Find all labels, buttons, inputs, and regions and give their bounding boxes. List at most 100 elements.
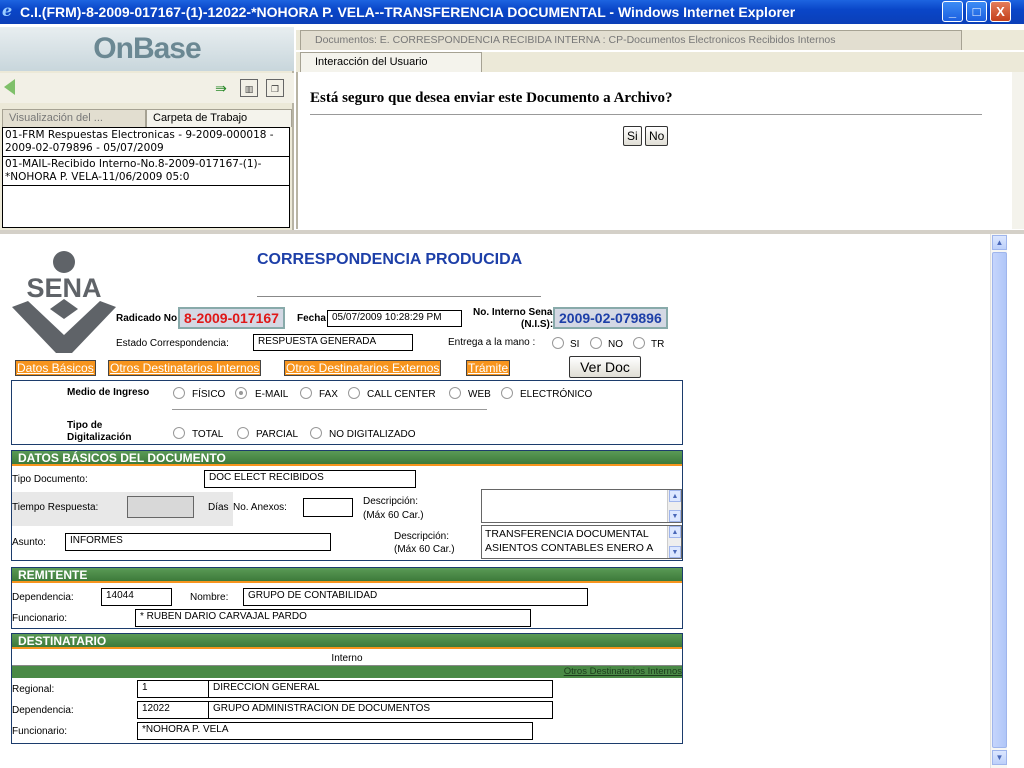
digitalizacion-parcial-radio[interactable]: [237, 427, 249, 439]
forward-icon[interactable]: ⇛: [212, 79, 230, 97]
medio-fax-label: FAX: [319, 389, 338, 400]
scroll-down-icon[interactable]: ▼: [992, 750, 1007, 765]
section-header: REMITENTE: [12, 568, 682, 583]
scroll-down-icon[interactable]: ▼: [669, 546, 681, 558]
left-tabs: Visualización del ... Carpeta de Trabajo: [0, 109, 294, 127]
digitalizacion-parcial-label: PARCIAL: [256, 429, 299, 440]
medio-callcenter-label: CALL CENTER: [367, 389, 436, 400]
left-panel: OnBase ⇛ ▥ ❐ Visualización del ... Carpe…: [0, 27, 294, 230]
documents-tabbar: Documentos: E. CORRESPONDENCIA RECIBIDA …: [296, 30, 1024, 50]
textarea-scrollbar[interactable]: ▲ ▼: [667, 490, 681, 522]
scroll-up-icon[interactable]: ▲: [669, 526, 681, 538]
textarea-scrollbar[interactable]: ▲ ▼: [667, 526, 681, 558]
medio-label: Medio de Ingreso: [67, 387, 150, 398]
regional-label: Regional:: [12, 684, 55, 695]
ie-icon: e: [2, 1, 13, 20]
navigation-toolbar: ⇛ ▥ ❐: [0, 73, 294, 103]
scroll-down-icon[interactable]: ▼: [669, 510, 681, 522]
digitalizacion-no-radio[interactable]: [310, 427, 322, 439]
tab-datos-basicos[interactable]: Datos Básicos: [15, 360, 96, 376]
radicado-field: 8-2009-017167: [178, 307, 285, 329]
medio-fisico-radio[interactable]: [173, 387, 185, 399]
estado-label: Estado Correspondencia:: [116, 338, 229, 349]
dias-label: Días: [208, 502, 229, 513]
form-title: CORRESPONDENCIA PRODUCIDA: [257, 251, 523, 268]
split-view-icon[interactable]: ▥: [240, 79, 258, 97]
tiempo-respuesta-field[interactable]: [127, 496, 194, 518]
tipo-digitalizacion-label-2: Digitalización: [67, 432, 132, 443]
scroll-up-icon[interactable]: ▲: [992, 235, 1007, 250]
window-titlebar[interactable]: e C.I.(FRM)-8-2009-017167-(1)-12022-*NOH…: [0, 0, 1024, 24]
anexos-field[interactable]: [303, 498, 353, 517]
destinatario-dependencia-code-field[interactable]: 12022: [137, 701, 209, 719]
asunto-field[interactable]: INFORMES: [65, 533, 331, 551]
yes-button[interactable]: Si: [623, 126, 642, 146]
medio-email-radio[interactable]: [235, 387, 247, 399]
tab-otros-destinatarios-internos[interactable]: Otros Destinatarios Internos: [108, 360, 262, 376]
remitente-nombre-field[interactable]: GRUPO DE CONTABILIDAD: [243, 588, 588, 606]
medio-fax-radio[interactable]: [300, 387, 312, 399]
window-icon[interactable]: ❐: [266, 79, 284, 97]
tipo-documento-field[interactable]: DOC ELECT RECIBIDOS: [204, 470, 416, 488]
regional-code-field[interactable]: 1: [137, 680, 209, 698]
destinatario-dependencia-field[interactable]: GRUPO ADMINISTRACION DE DOCUMENTOS: [208, 701, 553, 719]
scrollbar-thumb[interactable]: [992, 252, 1007, 748]
title-divider: [257, 296, 541, 297]
medio-callcenter-radio[interactable]: [348, 387, 360, 399]
tab-interaccion-usuario[interactable]: Interacción del Usuario: [300, 52, 482, 72]
descripcion2-line-2: ASIENTOS CONTABLES ENERO A: [485, 542, 654, 554]
back-arrow-icon[interactable]: [4, 79, 15, 95]
descripcion2-label: Descripción:: [394, 531, 450, 542]
medio-electronico-label: ELECTRÓNICO: [520, 389, 593, 400]
interno-label: No. Interno Sena: [473, 307, 553, 318]
tab-visualizacion[interactable]: Visualización del ...: [2, 109, 146, 127]
destinatario-funcionario-field[interactable]: *NOHORA P. VELA: [137, 722, 533, 740]
list-item[interactable]: 01-MAIL-Recibido Interno-No.8-2009-01716…: [3, 157, 289, 186]
confirmation-question: Está seguro que desea enviar este Docume…: [310, 90, 673, 106]
main-scrollbar[interactable]: ▲ ▼: [990, 234, 1007, 768]
regional-field[interactable]: DIRECCION GENERAL: [208, 680, 553, 698]
close-button[interactable]: X: [990, 1, 1011, 22]
entrega-no-label: NO: [608, 339, 623, 350]
fecha-field[interactable]: 05/07/2009 10:28:29 PM: [327, 310, 462, 327]
medio-web-label: WEB: [468, 389, 491, 400]
interaction-tabbar: Interacción del Usuario: [296, 52, 1024, 72]
sena-logo: SENA: [12, 251, 116, 353]
estado-field[interactable]: RESPUESTA GENERADA: [253, 334, 413, 351]
remitente-nombre-label: Nombre:: [190, 592, 229, 603]
asunto-label: Asunto:: [12, 537, 46, 548]
medio-electronico-radio[interactable]: [501, 387, 513, 399]
medio-web-radio[interactable]: [449, 387, 461, 399]
descripcion2-textarea[interactable]: TRANSFERENCIA DOCUMENTAL ASIENTOS CONTAB…: [481, 525, 682, 559]
maximize-button[interactable]: □: [966, 1, 987, 22]
scroll-up-icon[interactable]: ▲: [669, 490, 681, 502]
svg-text:SENA: SENA: [26, 273, 101, 303]
tab-carpeta-de-trabajo[interactable]: Carpeta de Trabajo: [146, 109, 292, 127]
remitente-funcionario-field[interactable]: * RUBEN DARIO CARVAJAL PARDO: [135, 609, 531, 627]
medio-ingreso-box: Medio de Ingreso FÍSICO E-MAIL FAX CALL …: [11, 380, 683, 445]
entrega-si-radio[interactable]: [552, 337, 564, 349]
document-form: SENA CORRESPONDENCIA PRODUCIDA Radicado …: [0, 234, 988, 768]
digitalizacion-no-label: NO DIGITALIZADO: [329, 429, 416, 440]
no-button[interactable]: No: [645, 126, 669, 146]
tiempo-respuesta-label: Tiempo Respuesta:: [12, 502, 99, 513]
otros-destinatarios-link[interactable]: Otros Destinatarios Internos: [12, 666, 682, 678]
divider: [310, 114, 982, 115]
panel-scrollbar[interactable]: [1012, 72, 1024, 229]
tab-tramite[interactable]: Trámite: [466, 360, 511, 376]
minimize-button[interactable]: _: [942, 1, 963, 22]
tab-otros-destinatarios-externos[interactable]: Otros Destinatarios Externos: [284, 360, 442, 376]
entrega-label: Entrega a la mano :: [448, 337, 536, 348]
medio-fisico-label: FÍSICO: [192, 389, 226, 400]
descripcion-textarea[interactable]: ▲ ▼: [481, 489, 682, 523]
digitalizacion-total-radio[interactable]: [173, 427, 185, 439]
entrega-tr-radio[interactable]: [633, 337, 645, 349]
descripcion-max-label: (Máx 60 Car.): [363, 510, 424, 521]
tipo-documento-label: Tipo Documento:: [12, 474, 88, 485]
descripcion2-line-1: TRANSFERENCIA DOCUMENTAL: [485, 528, 649, 540]
tab-documentos[interactable]: Documentos: E. CORRESPONDENCIA RECIBIDA …: [300, 30, 962, 50]
list-item[interactable]: 01-FRM Respuestas Electronicas - 9-2009-…: [3, 128, 289, 157]
remitente-dependencia-field[interactable]: 14044: [101, 588, 172, 606]
ver-doc-button[interactable]: Ver Doc: [569, 356, 641, 378]
entrega-no-radio[interactable]: [590, 337, 602, 349]
